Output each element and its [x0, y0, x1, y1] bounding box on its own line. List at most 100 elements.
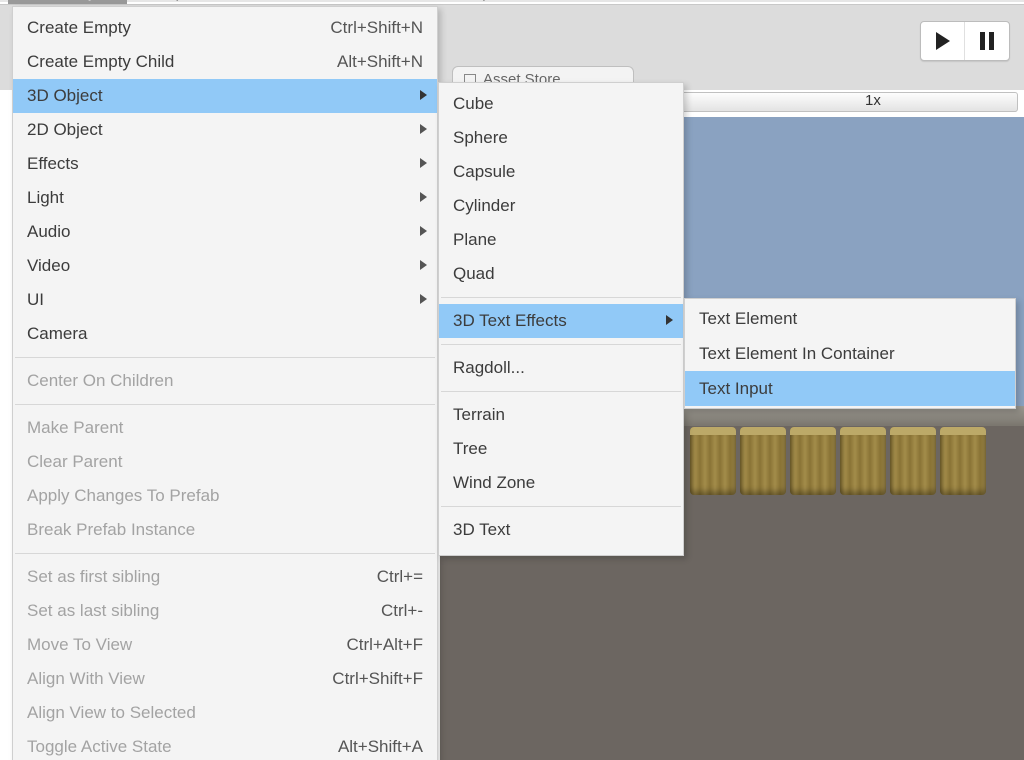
3d-object-submenu-item[interactable]: Quad: [439, 257, 683, 291]
scene-barrel: [690, 427, 736, 495]
pause-icon: [980, 32, 994, 50]
3d-object-submenu-separator: [441, 506, 681, 507]
3d-text-effects-submenu-item[interactable]: Text Input: [685, 371, 1015, 406]
3d-object-submenu-item-label: Sphere: [453, 128, 669, 148]
3d-text-effects-submenu-item[interactable]: Text Element In Container: [685, 336, 1015, 371]
gameobject-menu-separator: [15, 553, 435, 554]
3d-object-submenu-item-label: Capsule: [453, 162, 669, 182]
3d-object-submenu-item[interactable]: 3D Text: [439, 513, 683, 547]
gameobject-menu-item-label: Video: [27, 256, 423, 276]
gameobject-menu-item-label: Move To View: [27, 635, 316, 655]
3d-object-submenu-item[interactable]: Cylinder: [439, 189, 683, 223]
gameobject-menu-item[interactable]: Audio: [13, 215, 437, 249]
gameobject-menu-item-label: Apply Changes To Prefab: [27, 486, 423, 506]
3d-object-submenu-item[interactable]: Ragdoll...: [439, 351, 683, 385]
scene-barrel: [840, 427, 886, 495]
3d-object-submenu: Cube Sphere Capsule Cylinder Plane Quad 3D Tex…: [438, 82, 684, 556]
3d-object-submenu-item[interactable]: Cube: [439, 87, 683, 121]
scene-barrel: [790, 427, 836, 495]
3d-object-submenu-item-label: 3D Text: [453, 520, 669, 540]
gameobject-menu-item: Break Prefab Instance: [13, 513, 437, 547]
chevron-right-icon: [420, 260, 427, 270]
gameobject-menu-item: Move To ViewCtrl+Alt+F: [13, 628, 437, 662]
chevron-right-icon: [420, 90, 427, 100]
scene-barrel: [740, 427, 786, 495]
gameobject-menu-item-shortcut: Alt+Shift+N: [307, 52, 423, 72]
chevron-right-icon: [420, 158, 427, 168]
gameobject-menu-item: Set as last siblingCtrl+-: [13, 594, 437, 628]
3d-object-submenu-item-label: Wind Zone: [453, 473, 669, 493]
3d-object-submenu-item-label: Terrain: [453, 405, 669, 425]
gameobject-menu-item-label: Set as last sibling: [27, 601, 351, 621]
play-controls: [920, 21, 1010, 61]
3d-object-submenu-item[interactable]: Sphere: [439, 121, 683, 155]
gameobject-menu-item: Clear Parent: [13, 445, 437, 479]
gameobject-menu-separator: [15, 357, 435, 358]
gameobject-menu-item-label: UI: [27, 290, 423, 310]
gameobject-menu-item[interactable]: Effects: [13, 147, 437, 181]
play-icon: [936, 32, 950, 50]
pause-button[interactable]: [965, 22, 1009, 60]
3d-object-submenu-item[interactable]: Terrain: [439, 398, 683, 432]
3d-text-effects-submenu-item[interactable]: Text Element: [685, 301, 1015, 336]
gameobject-menu-item-shortcut: Alt+Shift+A: [308, 737, 423, 757]
gameobject-menu-item[interactable]: 3D Object: [13, 79, 437, 113]
gameobject-menu-item: Toggle Active StateAlt+Shift+A: [13, 730, 437, 760]
3d-object-submenu-item-label: Plane: [453, 230, 669, 250]
gameobject-menu-item-label: Make Parent: [27, 418, 423, 438]
gameobject-menu-item: Align With ViewCtrl+Shift+F: [13, 662, 437, 696]
gameobject-menu-item-label: 3D Object: [27, 86, 423, 106]
gameobject-menu-item-shortcut: Ctrl+Shift+N: [300, 18, 423, 38]
menubar: GameObject Component Utils Tools Window …: [0, 0, 1024, 2]
gameobject-menu-item[interactable]: Video: [13, 249, 437, 283]
gameobject-menu-item-label: Audio: [27, 222, 423, 242]
3d-object-submenu-item[interactable]: 3D Text Effects: [439, 304, 683, 338]
3d-object-submenu-item[interactable]: Capsule: [439, 155, 683, 189]
3d-text-effects-submenu-item-label: Text Element: [699, 309, 1001, 329]
gameobject-menu-separator: [15, 404, 435, 405]
play-button[interactable]: [921, 22, 965, 60]
gameobject-menu-item[interactable]: Create Empty ChildAlt+Shift+N: [13, 45, 437, 79]
gameobject-menu-item[interactable]: UI: [13, 283, 437, 317]
gameobject-menu-item-label: Create Empty Child: [27, 52, 307, 72]
menubar-separator: [0, 4, 1024, 5]
gameobject-menu-item: Center On Children: [13, 364, 437, 398]
gameobject-menu-item-label: Light: [27, 188, 423, 208]
gameobject-menu-item-label: Toggle Active State: [27, 737, 308, 757]
3d-object-submenu-item[interactable]: Tree: [439, 432, 683, 466]
chevron-right-icon: [420, 192, 427, 202]
gameobject-menu-item-shortcut: Ctrl+-: [351, 601, 423, 621]
3d-object-submenu-item[interactable]: Plane: [439, 223, 683, 257]
3d-object-submenu-item[interactable]: Wind Zone: [439, 466, 683, 500]
3d-object-submenu-separator: [441, 344, 681, 345]
gameobject-menu-item: Make Parent: [13, 411, 437, 445]
3d-text-effects-submenu-item-label: Text Element In Container: [699, 344, 1001, 364]
gameobject-menu: Create EmptyCtrl+Shift+NCreate Empty Chi…: [12, 6, 438, 760]
chevron-right-icon: [420, 124, 427, 134]
scene-barrel: [940, 427, 986, 495]
gameobject-menu-item-shortcut: Ctrl+=: [347, 567, 423, 587]
gameobject-menu-item-label: Create Empty: [27, 18, 300, 38]
gameobject-menu-item-label: Align With View: [27, 669, 302, 689]
gameobject-menu-item[interactable]: Create EmptyCtrl+Shift+N: [13, 11, 437, 45]
scene-barrel: [890, 427, 936, 495]
chevron-right-icon: [420, 294, 427, 304]
gameobject-menu-item[interactable]: 2D Object: [13, 113, 437, 147]
gameobject-menu-item-label: Clear Parent: [27, 452, 423, 472]
chevron-right-icon: [666, 315, 673, 325]
gameobject-menu-item[interactable]: Camera: [13, 317, 437, 351]
gameobject-menu-item-label: Camera: [27, 324, 423, 344]
gameobject-menu-item-label: Effects: [27, 154, 423, 174]
timeline-speed-label: 1x: [865, 92, 881, 109]
3d-object-submenu-item-label: Cylinder: [453, 196, 669, 216]
gameobject-menu-item-label: Set as first sibling: [27, 567, 347, 587]
chevron-right-icon: [420, 226, 427, 236]
gameobject-menu-item: Apply Changes To Prefab: [13, 479, 437, 513]
gameobject-menu-item-label: 2D Object: [27, 120, 423, 140]
gameobject-menu-item-label: Align View to Selected: [27, 703, 423, 723]
3d-object-submenu-separator: [441, 391, 681, 392]
3d-object-submenu-item-label: 3D Text Effects: [453, 311, 669, 331]
3d-object-submenu-item-label: Cube: [453, 94, 669, 114]
scene-objects: [690, 427, 986, 495]
gameobject-menu-item[interactable]: Light: [13, 181, 437, 215]
